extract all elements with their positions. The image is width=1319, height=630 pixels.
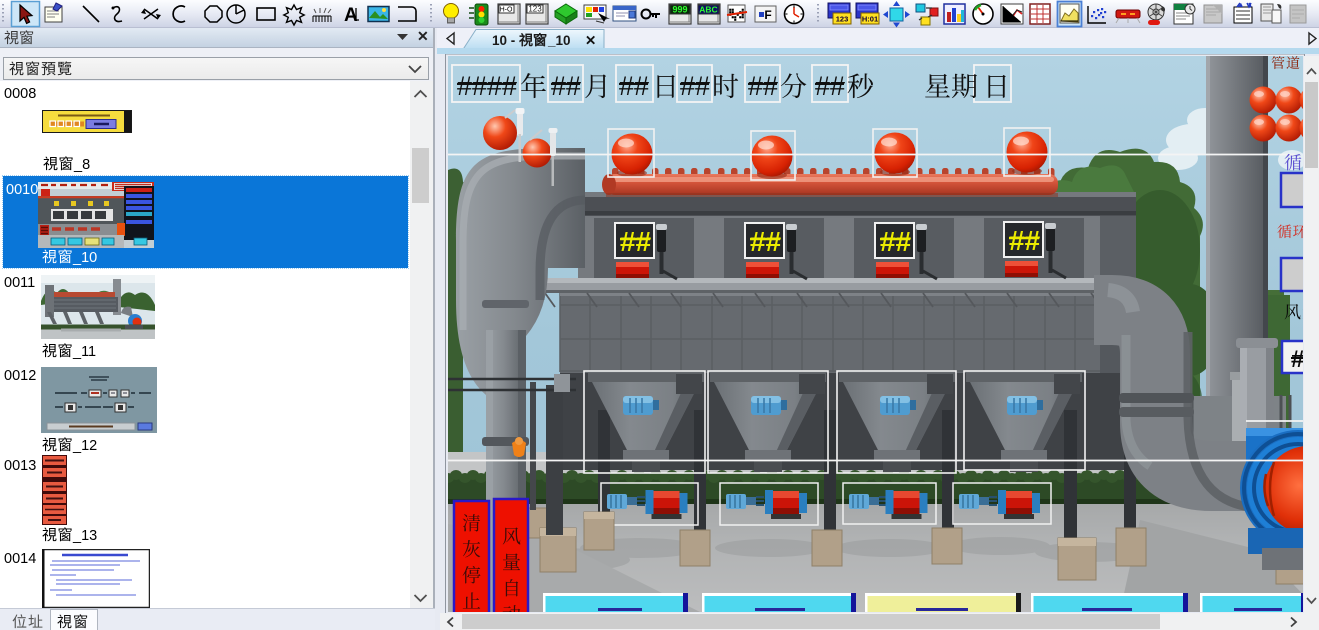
svg-text:123: 123: [836, 15, 849, 24]
svg-text:H:01: H:01: [862, 15, 878, 24]
svg-text:ABC: ABC: [699, 5, 717, 15]
svg-text:999: 999: [672, 5, 687, 15]
svg-text:H-O: H-O: [500, 7, 513, 14]
svg-text:123: 123: [528, 5, 542, 14]
svg-text:F: F: [764, 8, 771, 22]
